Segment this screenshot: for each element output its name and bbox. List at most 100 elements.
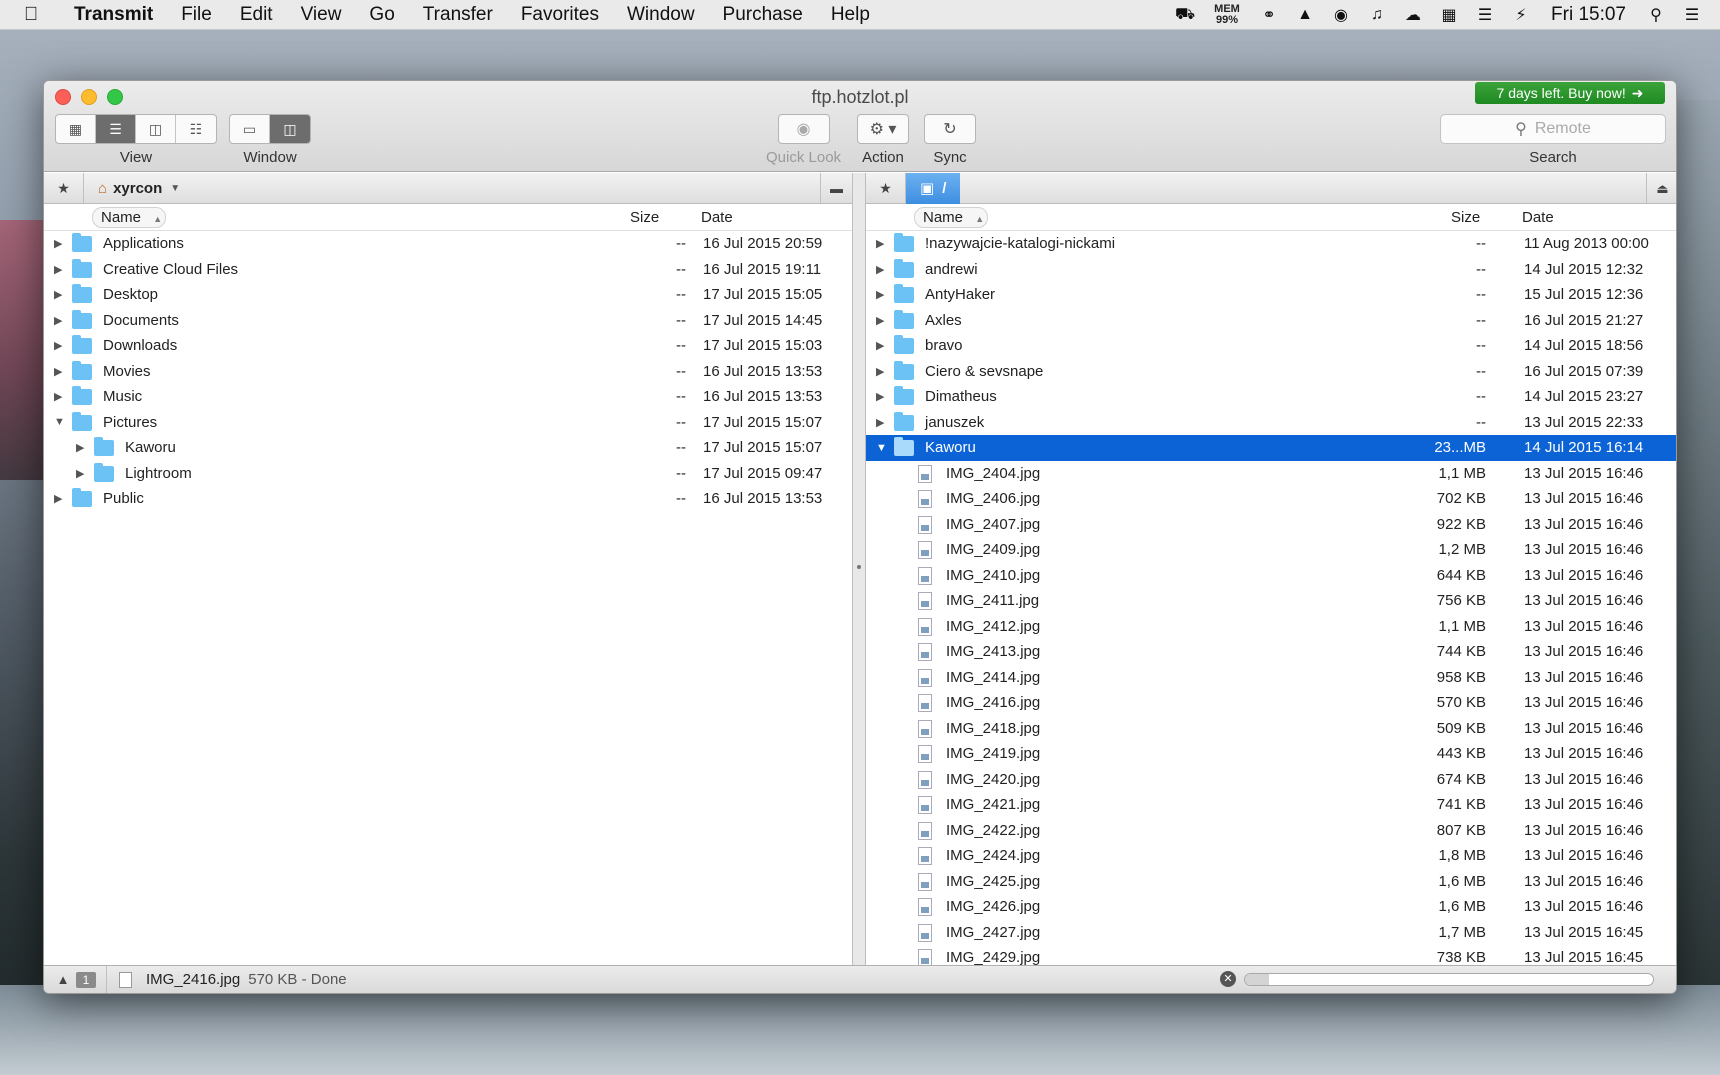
- disclosure-closed-icon[interactable]: ▶: [876, 339, 888, 352]
- battery-meter-icon[interactable]: ▦: [1437, 5, 1461, 25]
- disclosure-closed-icon[interactable]: ▶: [76, 467, 88, 480]
- name-column-header[interactable]: Name ▲: [914, 207, 988, 228]
- table-row[interactable]: ▶ Public -- 16 Jul 2015 13:53: [44, 486, 852, 512]
- bell-cone-icon[interactable]: ▲: [1293, 5, 1317, 25]
- icon-view-icon[interactable]: ▦: [56, 115, 96, 143]
- table-row[interactable]: IMG_2421.jpg 741 KB 13 Jul 2015 16:46: [866, 792, 1676, 818]
- column-view-icon[interactable]: ◫: [136, 115, 176, 143]
- table-row[interactable]: ▶ Applications -- 16 Jul 2015 20:59: [44, 231, 852, 257]
- disclosure-closed-icon[interactable]: ▶: [876, 263, 888, 276]
- menu-go[interactable]: Go: [355, 4, 408, 26]
- pane-splitter[interactable]: [852, 173, 866, 967]
- local-path-crumb[interactable]: ⌂ xyrcon ▼: [84, 180, 180, 197]
- table-row[interactable]: IMG_2411.jpg 756 KB 13 Jul 2015 16:46: [866, 588, 1676, 614]
- menu-file[interactable]: File: [167, 4, 226, 26]
- table-row[interactable]: ▼ Pictures -- 17 Jul 2015 15:07: [44, 410, 852, 436]
- cloud-disabled-icon[interactable]: ☁: [1401, 5, 1425, 25]
- table-row[interactable]: IMG_2413.jpg 744 KB 13 Jul 2015 16:46: [866, 639, 1676, 665]
- table-row[interactable]: ▶ AntyHaker -- 15 Jul 2015 12:36: [866, 282, 1676, 308]
- menu-help[interactable]: Help: [817, 4, 884, 26]
- apple-menu-icon[interactable]: : [24, 4, 54, 26]
- disclosure-closed-icon[interactable]: ▶: [54, 365, 66, 378]
- table-row[interactable]: ▶ Ciero & sevsnape -- 16 Jul 2015 07:39: [866, 359, 1676, 385]
- disclosure-closed-icon[interactable]: ▶: [54, 339, 66, 352]
- spotlight-search-icon[interactable]: ⚲: [1644, 5, 1668, 25]
- table-row[interactable]: IMG_2427.jpg 1,7 MB 13 Jul 2015 16:45: [866, 920, 1676, 946]
- disclosure-closed-icon[interactable]: ▶: [54, 314, 66, 327]
- creative-cloud-icon[interactable]: ⚭: [1257, 5, 1281, 25]
- eject-icon[interactable]: ⏏: [1646, 173, 1676, 204]
- menubar-clock[interactable]: Fri 15:07: [1551, 4, 1626, 26]
- remote-path-crumb[interactable]: ▣ /: [906, 173, 961, 204]
- table-row[interactable]: ▶ Downloads -- 17 Jul 2015 15:03: [44, 333, 852, 359]
- disclosure-closed-icon[interactable]: ▶: [54, 237, 66, 250]
- table-row[interactable]: IMG_2420.jpg 674 KB 13 Jul 2015 16:46: [866, 767, 1676, 793]
- table-row[interactable]: IMG_2407.jpg 922 KB 13 Jul 2015 16:46: [866, 512, 1676, 538]
- table-row[interactable]: IMG_2416.jpg 570 KB 13 Jul 2015 16:46: [866, 690, 1676, 716]
- favorites-star-icon[interactable]: ★: [866, 173, 906, 204]
- disclosure-closed-icon[interactable]: ▶: [876, 237, 888, 250]
- disclosure-closed-icon[interactable]: ▶: [54, 390, 66, 403]
- cancel-transfer-icon[interactable]: ✕: [1220, 971, 1236, 987]
- favorites-star-icon[interactable]: ★: [44, 173, 84, 204]
- table-row[interactable]: IMG_2406.jpg 702 KB 13 Jul 2015 16:46: [866, 486, 1676, 512]
- table-row[interactable]: ▶ !nazywajcie-katalogi-nickami -- 11 Aug 20…: [866, 231, 1676, 257]
- notification-center-icon[interactable]: ☰: [1680, 5, 1704, 25]
- disclosure-open-icon[interactable]: ▼: [876, 442, 888, 454]
- menu-edit[interactable]: Edit: [226, 4, 287, 26]
- cover-flow-icon[interactable]: ☷: [176, 115, 216, 143]
- action-gear-icon[interactable]: ⚙ ▾: [857, 114, 909, 144]
- table-row[interactable]: IMG_2429.jpg 738 KB 13 Jul 2015 16:45: [866, 945, 1676, 967]
- name-column-header[interactable]: Name ▲: [92, 207, 166, 228]
- menu-transfer[interactable]: Transfer: [409, 4, 507, 26]
- menu-view[interactable]: View: [287, 4, 356, 26]
- table-row[interactable]: IMG_2410.jpg 644 KB 13 Jul 2015 16:46: [866, 563, 1676, 589]
- menu-window[interactable]: Window: [613, 4, 709, 26]
- notification-bell-icon[interactable]: ♫: [1365, 5, 1389, 25]
- truck-icon[interactable]: ⛟: [1173, 5, 1197, 25]
- disclosure-closed-icon[interactable]: ▶: [54, 492, 66, 505]
- wifi-icon[interactable]: ☰: [1473, 5, 1497, 25]
- disk-drive-icon[interactable]: ▬: [820, 173, 852, 204]
- expand-transfers-icon[interactable]: ▲: [50, 972, 76, 987]
- date-column-header[interactable]: Date: [701, 209, 733, 226]
- menu-favorites[interactable]: Favorites: [507, 4, 613, 26]
- disclosure-closed-icon[interactable]: ▶: [54, 288, 66, 301]
- table-row[interactable]: ▶ januszek -- 13 Jul 2015 22:33: [866, 410, 1676, 436]
- disclosure-closed-icon[interactable]: ▶: [54, 263, 66, 276]
- memory-indicator[interactable]: MEM 99%: [1209, 4, 1245, 26]
- disclosure-closed-icon[interactable]: ▶: [876, 390, 888, 403]
- menu-app-name[interactable]: Transmit: [54, 4, 167, 26]
- disclosure-closed-icon[interactable]: ▶: [876, 288, 888, 301]
- table-row[interactable]: IMG_2422.jpg 807 KB 13 Jul 2015 16:46: [866, 818, 1676, 844]
- list-view-icon[interactable]: ☰: [96, 115, 136, 143]
- table-row[interactable]: ▼ Kaworu 23...MB 14 Jul 2015 16:14: [866, 435, 1676, 461]
- chat-bubble-icon[interactable]: ◉: [1329, 5, 1353, 25]
- table-row[interactable]: ▶ Dimatheus -- 14 Jul 2015 23:27: [866, 384, 1676, 410]
- menu-purchase[interactable]: Purchase: [709, 4, 817, 26]
- remote-search-input[interactable]: ⚲ Remote: [1440, 114, 1666, 144]
- date-column-header[interactable]: Date: [1522, 209, 1554, 226]
- disclosure-closed-icon[interactable]: ▶: [876, 365, 888, 378]
- table-row[interactable]: IMG_2424.jpg 1,8 MB 13 Jul 2015 16:46: [866, 843, 1676, 869]
- table-row[interactable]: IMG_2418.jpg 509 KB 13 Jul 2015 16:46: [866, 716, 1676, 742]
- battery-charging-icon[interactable]: ⚡: [1509, 5, 1533, 25]
- table-row[interactable]: ▶ Lightroom -- 17 Jul 2015 09:47: [44, 461, 852, 487]
- table-row[interactable]: ▶ Kaworu -- 17 Jul 2015 15:07: [44, 435, 852, 461]
- table-row[interactable]: ▶ Documents -- 17 Jul 2015 14:45: [44, 308, 852, 334]
- quick-look-eye-icon[interactable]: ◉: [777, 114, 830, 144]
- table-row[interactable]: IMG_2404.jpg 1,1 MB 13 Jul 2015 16:46: [866, 461, 1676, 487]
- buy-now-badge[interactable]: 7 days left. Buy now! ➜: [1475, 82, 1665, 104]
- table-row[interactable]: ▶ Axles -- 16 Jul 2015 21:27: [866, 308, 1676, 334]
- table-row[interactable]: ▶ Desktop -- 17 Jul 2015 15:05: [44, 282, 852, 308]
- table-row[interactable]: ▶ andrewi -- 14 Jul 2015 12:32: [866, 257, 1676, 283]
- dual-pane-icon[interactable]: ◫: [270, 115, 310, 143]
- size-column-header[interactable]: Size: [630, 209, 659, 226]
- disclosure-closed-icon[interactable]: ▶: [876, 416, 888, 429]
- table-row[interactable]: IMG_2426.jpg 1,6 MB 13 Jul 2015 16:46: [866, 894, 1676, 920]
- table-row[interactable]: IMG_2409.jpg 1,2 MB 13 Jul 2015 16:46: [866, 537, 1676, 563]
- table-row[interactable]: IMG_2414.jpg 958 KB 13 Jul 2015 16:46: [866, 665, 1676, 691]
- single-pane-icon[interactable]: ▭: [230, 115, 270, 143]
- table-row[interactable]: IMG_2412.jpg 1,1 MB 13 Jul 2015 16:46: [866, 614, 1676, 640]
- sync-refresh-icon[interactable]: ↻: [924, 114, 976, 144]
